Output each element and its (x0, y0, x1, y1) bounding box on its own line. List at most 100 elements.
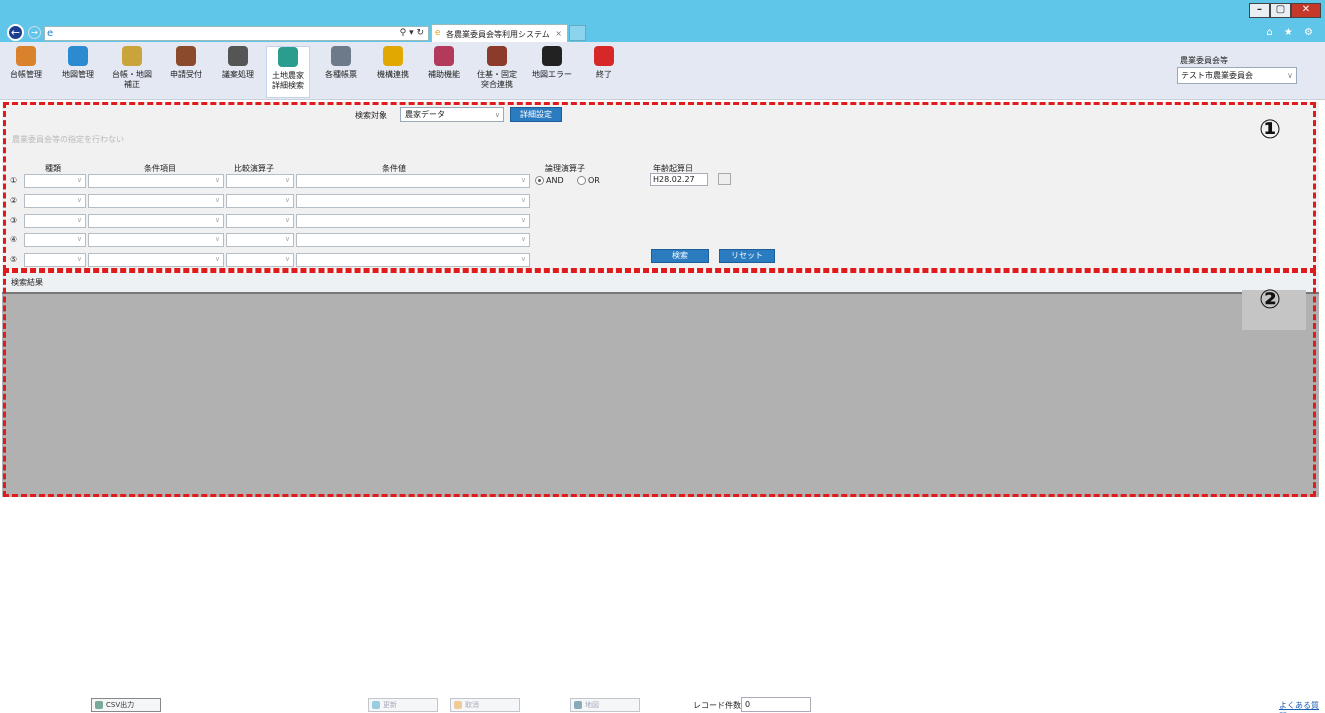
chain-link-icon (542, 46, 562, 66)
age-date-input[interactable]: H28.02.27 (650, 173, 708, 186)
row-number: ① (10, 176, 18, 185)
csv-export-label: CSV出力 (106, 701, 135, 709)
col-header-item: 条件項目 (144, 164, 176, 173)
chevron-down-icon: ∨ (284, 176, 290, 184)
item-select[interactable]: ∨ (88, 174, 224, 188)
logic-and-label: AND (546, 176, 564, 185)
minimize-button[interactable]: – (1249, 3, 1270, 18)
faq-link[interactable]: よくある質問 (1279, 700, 1325, 713)
back-arrow-icon[interactable]: ← (7, 24, 24, 41)
reset-button[interactable]: リセット (719, 249, 775, 263)
update-button[interactable]: 更新 (368, 698, 438, 712)
chevron-down-icon: ∨ (520, 196, 526, 204)
toolbar-item-label: 補助機能 (428, 70, 460, 79)
chevron-down-icon: ∨ (284, 196, 290, 204)
exit-icon (594, 46, 614, 66)
address-bar[interactable]: e ⚲ ▾ ↻ (44, 26, 429, 41)
chevron-down-icon: ∨ (214, 196, 220, 204)
op-select[interactable]: ∨ (226, 253, 294, 267)
toolbar-item-label: 地図管理 (62, 70, 94, 79)
kind-select[interactable]: ∨ (24, 233, 86, 247)
kind-select[interactable]: ∨ (24, 214, 86, 228)
toolbar-item-12[interactable]: 終了 (582, 46, 626, 98)
toolbar-item-11[interactable]: 地図エラー (530, 46, 574, 98)
window-controls: – ▢ ✕ (1249, 3, 1321, 18)
col-header-value: 条件値 (382, 164, 406, 173)
toolbar-item-6[interactable]: 土地農家 詳細検索 (266, 46, 310, 98)
item-select[interactable]: ∨ (88, 194, 224, 208)
logic-or-radio[interactable]: OR (577, 176, 600, 185)
close-window-button[interactable]: ✕ (1291, 3, 1321, 18)
item-select[interactable]: ∨ (88, 214, 224, 228)
chevron-down-icon: ∨ (214, 235, 220, 243)
calendar-icon[interactable] (718, 173, 731, 185)
browser-bar: ← → e ⚲ ▾ ↻ e 各農業委員会等利用システム × – ▢ ✕ ⌂ ★ … (0, 0, 1325, 42)
search-button[interactable]: 検索 (651, 249, 709, 263)
kind-select[interactable]: ∨ (24, 253, 86, 267)
op-select[interactable]: ∨ (226, 194, 294, 208)
tab-favicon-icon: e (435, 28, 441, 38)
col-header-logic: 論理演算子 (545, 164, 585, 173)
tab-close-button[interactable]: × (555, 29, 562, 38)
toolbar-item-9[interactable]: 補助機能 (422, 46, 466, 98)
chevron-down-icon: ∨ (520, 255, 526, 263)
record-count-field: 0 (741, 697, 811, 712)
browser-right-icons[interactable]: ⌂ ★ ⚙ (1266, 27, 1317, 38)
toolbar-item-4[interactable]: 申請受付 (164, 46, 208, 98)
cancel-label: 取消 (465, 701, 479, 709)
item-select[interactable]: ∨ (88, 233, 224, 247)
document-icon (228, 46, 248, 66)
cancel-button[interactable]: 取消 (450, 698, 520, 712)
toolbar-item-label: 終了 (596, 70, 612, 79)
toolbar-item-7[interactable]: 各種帳票 (319, 46, 363, 98)
chevron-down-icon: ∨ (76, 176, 82, 184)
chevron-down-icon: ∨ (76, 255, 82, 263)
annotation-marker-1: ① (1259, 115, 1282, 145)
toolbar-item-3[interactable]: 台帳・地図 補正 (110, 46, 154, 98)
no-assoc-filter-checkbox[interactable]: 農業委員会等の指定を行わない (12, 134, 124, 145)
op-select[interactable]: ∨ (226, 174, 294, 188)
toolbar-item-2[interactable]: 地図管理 (56, 46, 100, 98)
chevron-down-icon: ∨ (214, 176, 220, 184)
chevron-down-icon: ∨ (214, 216, 220, 224)
op-select[interactable]: ∨ (226, 214, 294, 228)
map-button[interactable]: 地図 (570, 698, 640, 712)
value-select[interactable]: ∨ (296, 233, 530, 247)
toolbar-item-label: 台帳・地図 補正 (112, 70, 152, 89)
value-select[interactable]: ∨ (296, 253, 530, 267)
ledger-map-icon (122, 46, 142, 66)
address-tools[interactable]: ⚲ ▾ ↻ (400, 28, 424, 38)
toolbar-item-10[interactable]: 住基・固定 突合連携 (475, 46, 519, 98)
value-select[interactable]: ∨ (296, 174, 530, 188)
results-title: 検索結果 (11, 278, 43, 287)
new-tab-button[interactable] (569, 25, 586, 41)
logic-and-radio[interactable]: AND (535, 176, 564, 185)
undo-icon (454, 701, 462, 709)
kind-select[interactable]: ∨ (24, 194, 86, 208)
toolbar-item-8[interactable]: 機構連携 (371, 46, 415, 98)
tools-icon (434, 46, 454, 66)
op-select[interactable]: ∨ (226, 233, 294, 247)
printer-icon (331, 46, 351, 66)
toolbar-item-label: 住基・固定 突合連携 (477, 70, 517, 89)
search-target-select[interactable]: 農家データ ∨ (400, 107, 504, 122)
chevron-down-icon: ∨ (214, 255, 220, 263)
kind-select[interactable]: ∨ (24, 174, 86, 188)
toolbar-item-1[interactable]: 台帳管理 (4, 46, 48, 98)
item-select[interactable]: ∨ (88, 253, 224, 267)
ledger-icon (16, 46, 36, 66)
maximize-button[interactable]: ▢ (1270, 3, 1291, 18)
chevron-down-icon: ∨ (76, 216, 82, 224)
browser-tab[interactable]: e 各農業委員会等利用システム × (431, 24, 568, 42)
results-grid[interactable] (2, 294, 1319, 497)
toolbar-item-label: 機構連携 (377, 70, 409, 79)
assoc-select[interactable]: テスト市農業委員会 ∨ (1177, 67, 1297, 84)
annotation-marker-2: ② (1259, 285, 1282, 315)
detail-settings-button[interactable]: 詳細設定 (510, 107, 562, 122)
toolbar-item-5[interactable]: 議案処理 (216, 46, 260, 98)
value-select[interactable]: ∨ (296, 194, 530, 208)
forward-arrow-icon[interactable]: → (28, 26, 41, 39)
value-select[interactable]: ∨ (296, 214, 530, 228)
csv-export-button[interactable]: CSV出力 (91, 698, 161, 712)
record-count-label: レコード件数 (693, 701, 741, 710)
